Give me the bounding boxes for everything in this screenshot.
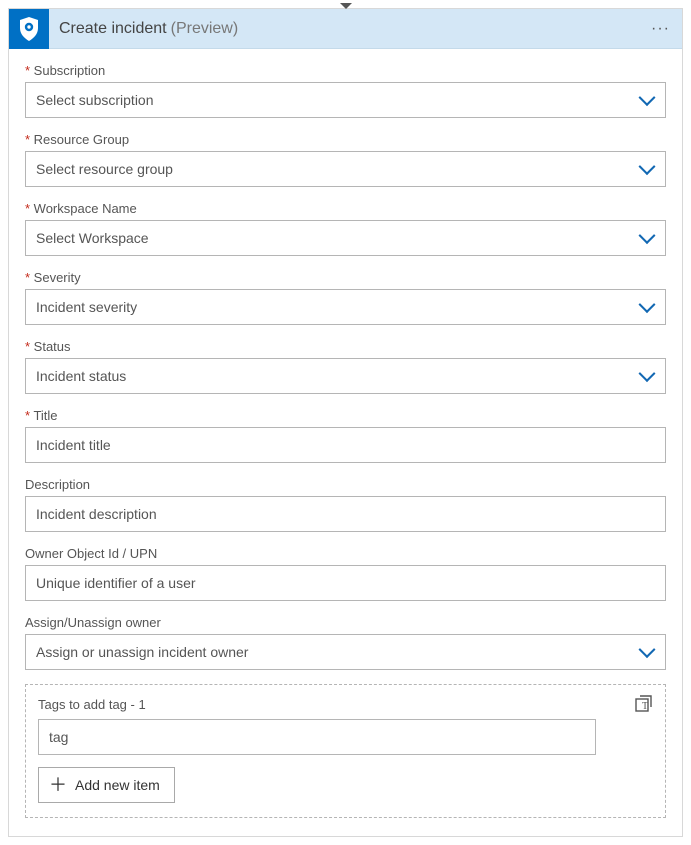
shield-icon: [9, 9, 49, 49]
input-owner-id[interactable]: Unique identifier of a user: [25, 565, 666, 601]
label-resource-group: Resource Group: [25, 132, 666, 147]
card-subtitle: (Preview): [171, 20, 239, 38]
field-title: Title Incident title: [25, 408, 666, 463]
label-status: Status: [25, 339, 666, 354]
field-status: Status Incident status: [25, 339, 666, 394]
select-assign-owner[interactable]: Assign or unassign incident owner: [25, 634, 666, 670]
svg-text:T: T: [642, 701, 648, 712]
select-workspace-name[interactable]: Select Workspace: [25, 220, 666, 256]
label-title: Title: [25, 408, 666, 423]
label-workspace-name: Workspace Name: [25, 201, 666, 216]
label-assign-owner: Assign/Unassign owner: [25, 615, 666, 630]
input-tag-1[interactable]: tag: [38, 719, 596, 755]
dynamic-content-icon[interactable]: T: [635, 695, 653, 713]
tags-container: Tags to add tag - 1 T tag ＋ Add new item: [25, 684, 666, 818]
select-subscription[interactable]: Select subscription: [25, 82, 666, 118]
plus-icon: ＋: [49, 776, 67, 794]
add-new-item-button[interactable]: ＋ Add new item: [38, 767, 175, 803]
field-owner-id: Owner Object Id / UPN Unique identifier …: [25, 546, 666, 601]
card-body: Subscription Select subscription Resourc…: [9, 49, 682, 836]
label-subscription: Subscription: [25, 63, 666, 78]
field-workspace-name: Workspace Name Select Workspace: [25, 201, 666, 256]
field-severity: Severity Incident severity: [25, 270, 666, 325]
select-severity[interactable]: Incident severity: [25, 289, 666, 325]
field-description: Description Incident description: [25, 477, 666, 532]
collapse-caret-icon: [340, 3, 352, 9]
create-incident-card: Create incident (Preview) ··· Subscripti…: [8, 8, 683, 837]
field-resource-group: Resource Group Select resource group: [25, 132, 666, 187]
tags-heading: Tags to add tag - 1: [38, 697, 146, 712]
field-assign-owner: Assign/Unassign owner Assign or unassign…: [25, 615, 666, 670]
card-header[interactable]: Create incident (Preview) ···: [9, 9, 682, 49]
label-owner-id: Owner Object Id / UPN: [25, 546, 666, 561]
input-title[interactable]: Incident title: [25, 427, 666, 463]
label-description: Description: [25, 477, 666, 492]
field-subscription: Subscription Select subscription: [25, 63, 666, 118]
label-severity: Severity: [25, 270, 666, 285]
card-title: Create incident: [59, 20, 167, 38]
input-description[interactable]: Incident description: [25, 496, 666, 532]
select-resource-group[interactable]: Select resource group: [25, 151, 666, 187]
select-status[interactable]: Incident status: [25, 358, 666, 394]
add-new-item-label: Add new item: [75, 777, 160, 793]
card-menu-button[interactable]: ···: [651, 20, 670, 38]
